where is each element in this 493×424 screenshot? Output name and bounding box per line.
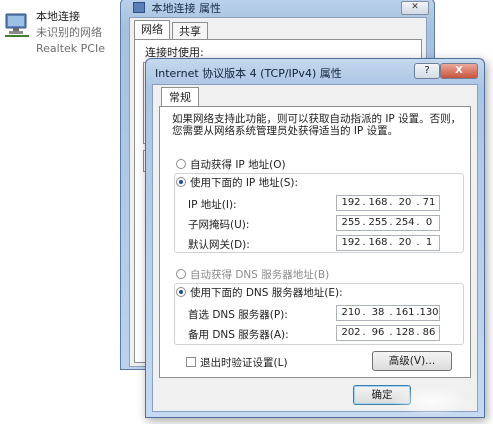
checkbox-icon bbox=[186, 357, 196, 367]
tab-general[interactable]: 常规 bbox=[161, 87, 199, 107]
preferred-dns-label: 首选 DNS 服务器(P): bbox=[188, 309, 288, 321]
gateway-row: 默认网关(D): 192. 168. 20. 1 bbox=[188, 235, 458, 252]
ip-manual-radio[interactable]: 使用下面的 IP 地址(S): bbox=[176, 175, 298, 190]
alternate-dns-row: 备用 DNS 服务器(A): 202. 96. 128. 86 bbox=[188, 325, 458, 342]
alternate-dns-input[interactable]: 202. 96. 128. 86 bbox=[336, 325, 440, 341]
adapter-device: Realtek PCIe bbox=[36, 42, 105, 55]
general-panel: 如果网络支持此功能，则可以获取自动指派的 IP 设置。否则， 您需要从网络系统管… bbox=[159, 106, 471, 378]
gateway-input[interactable]: 192. 168. 20. 1 bbox=[336, 235, 440, 251]
dns-auto-radio[interactable]: 自动获得 DNS 服务器地址(B) bbox=[176, 267, 329, 282]
dialog-title: Internet 协议版本 4 (TCP/IPv4) 属性 bbox=[155, 67, 342, 80]
adapter-status: 未识别的网络 bbox=[36, 26, 102, 39]
watermark-overlay bbox=[393, 386, 471, 416]
back-dialog-title: 本地连接 属性 bbox=[151, 2, 222, 15]
network-adapter-item[interactable]: 本地连接 未识别的网络 Realtek PCIe bbox=[0, 0, 122, 60]
radio-selected-icon bbox=[176, 287, 186, 297]
ip-auto-radio[interactable]: 自动获得 IP 地址(O) bbox=[176, 157, 286, 172]
alternate-dns-label: 备用 DNS 服务器(A): bbox=[188, 329, 289, 341]
radio-icon bbox=[176, 159, 186, 169]
radio-icon bbox=[176, 269, 186, 279]
close-button[interactable]: X bbox=[440, 63, 478, 79]
ip-address-input[interactable]: 192. 168. 20. 71 bbox=[336, 195, 440, 211]
preferred-dns-row: 首选 DNS 服务器(P): 210. 38. 161. 130 bbox=[188, 305, 458, 322]
dns-manual-radio[interactable]: 使用下面的 DNS 服务器地址(E): bbox=[176, 285, 343, 300]
help-button[interactable]: ? bbox=[414, 63, 440, 79]
tab-network[interactable]: 网络 bbox=[134, 20, 170, 40]
ipv4-properties-dialog: Internet 协议版本 4 (TCP/IPv4) 属性 ? X 常规 如果网… bbox=[145, 58, 485, 418]
subnet-label: 子网掩码(U): bbox=[188, 219, 250, 231]
network-settings-icon bbox=[133, 2, 145, 13]
ip-address-row: IP 地址(I): 192. 168. 20. 71 bbox=[188, 195, 458, 212]
tab-sharing[interactable]: 共享 bbox=[172, 22, 208, 40]
ip-address-label: IP 地址(I): bbox=[188, 199, 237, 211]
advanced-button[interactable]: 高级(V)... bbox=[372, 351, 452, 371]
adapter-name: 本地连接 bbox=[36, 10, 80, 23]
back-close-button[interactable]: ✕ bbox=[401, 1, 429, 15]
validate-on-exit-checkbox[interactable]: 退出时验证设置(L) bbox=[186, 355, 288, 370]
network-adapter-icon bbox=[5, 13, 29, 37]
description: 如果网络支持此功能，则可以获取自动指派的 IP 设置。否则， 您需要从网络系统管… bbox=[172, 113, 462, 137]
subnet-row: 子网掩码(U): 255. 255. 254. 0 bbox=[188, 215, 458, 232]
subnet-mask-input[interactable]: 255. 255. 254. 0 bbox=[336, 215, 440, 231]
gateway-label: 默认网关(D): bbox=[188, 239, 250, 251]
preferred-dns-input[interactable]: 210. 38. 161. 130 bbox=[336, 305, 440, 321]
radio-selected-icon bbox=[176, 177, 186, 187]
